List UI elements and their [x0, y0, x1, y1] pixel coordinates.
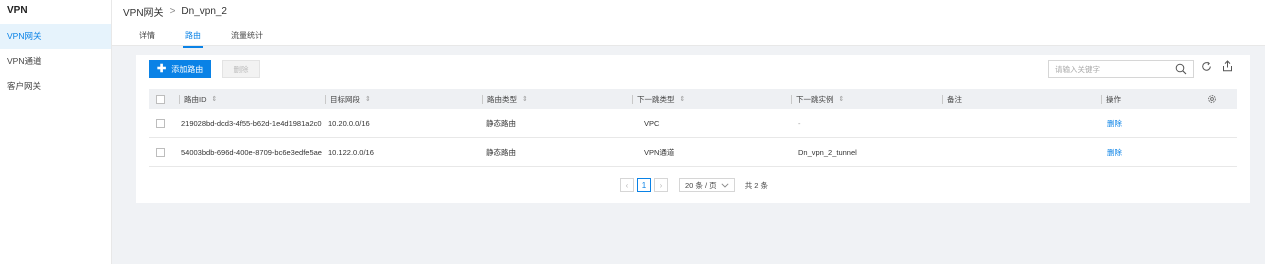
tab-details[interactable]: 详情	[139, 30, 155, 48]
cidr-cell: 10.20.0.0/16	[328, 118, 370, 128]
sidebar-item-customer-gateway[interactable]: 客户网关	[0, 74, 111, 99]
route-id-cell: 54003bdb-696d-400e-8709-bc6e3edfe5ae	[181, 147, 322, 157]
route-type-cell: 静态路由	[486, 118, 516, 128]
route-id-cell: 219028bd-dcd3-4f55-b62d-1e4d1981a2c0	[181, 118, 322, 128]
sidebar-item-vpn-tunnel[interactable]: VPN通道	[0, 49, 111, 74]
tab-traffic-stats[interactable]: 流量统计	[231, 30, 263, 48]
pagination: ‹ 1 › 20 条 / 页 共 2 条	[620, 178, 768, 192]
add-route-button[interactable]: ✚ 添加路由	[149, 60, 212, 78]
sidebar-item-vpn-gateway[interactable]: VPN网关	[0, 24, 111, 49]
row-checkbox[interactable]	[156, 147, 165, 157]
tab-bar: 详情 路由 流量统计	[139, 30, 263, 48]
table-row: 219028bd-dcd3-4f55-b62d-1e4d1981a2c0 10.…	[149, 109, 1237, 138]
sort-icon: ⇕	[365, 96, 371, 103]
breadcrumb: VPN网关 > Dn_vpn_2	[123, 4, 227, 19]
sort-icon: ⇕	[679, 96, 686, 103]
sidebar: VPN VPN网关 VPN通道 客户网关	[0, 0, 112, 264]
breadcrumb-current: Dn_vpn_2	[181, 6, 227, 17]
routes-panel: ✚ 添加路由 删除 路由ID⇕ 目标网段⇕ 路由类型⇕ 下一跳类型⇕ 下一跳实例…	[136, 55, 1250, 203]
page-number[interactable]: 1	[637, 178, 651, 192]
header-route-type[interactable]: 路由类型 ⇕	[482, 94, 528, 105]
sort-icon: ⇕	[838, 96, 845, 103]
delete-route-link[interactable]: 删除	[1107, 118, 1122, 129]
export-icon[interactable]	[1222, 60, 1233, 74]
select-all-checkbox[interactable]	[156, 94, 165, 104]
search-box	[1048, 60, 1194, 78]
refresh-icon[interactable]	[1201, 61, 1212, 74]
cidr-cell: 10.122.0.0/16	[328, 147, 374, 157]
next-hop-type-cell: VPN通道	[644, 147, 675, 157]
next-hop-type-cell: VPC	[644, 118, 660, 128]
prev-page-button[interactable]: ‹	[620, 178, 634, 192]
header-next-hop-instance[interactable]: 下一跳实例 ⇕	[791, 94, 844, 105]
tab-routes[interactable]: 路由	[183, 30, 203, 48]
next-page-button[interactable]: ›	[654, 178, 668, 192]
plus-icon: ✚	[157, 62, 167, 75]
header-note: 备注	[942, 94, 962, 105]
page-size-select[interactable]: 20 条 / 页	[679, 178, 735, 192]
route-type-cell: 静态路由	[486, 147, 516, 157]
chevron-down-icon	[721, 181, 729, 190]
gear-icon[interactable]	[1207, 94, 1217, 104]
sidebar-title: VPN	[7, 5, 28, 16]
header-operation: 操作	[1101, 94, 1121, 105]
breadcrumb-parent-link[interactable]: VPN网关	[123, 4, 164, 19]
header-route-id[interactable]: 路由ID ⇕	[179, 94, 217, 105]
search-icon[interactable]	[1175, 63, 1187, 77]
routes-table: 路由ID ⇕ 目标网段 ⇕ 路由类型 ⇕ 下一跳类型 ⇕ 下一跳实例 ⇕ 备注 操作 21…	[149, 89, 1237, 167]
header-cidr[interactable]: 目标网段 ⇕	[325, 94, 371, 105]
page-header: VPN网关 > Dn_vpn_2 详情 路由 流量统计	[112, 0, 1265, 48]
table-header: 路由ID ⇕ 目标网段 ⇕ 路由类型 ⇕ 下一跳类型 ⇕ 下一跳实例 ⇕ 备注 操作	[149, 89, 1237, 109]
add-route-label: 添加路由	[171, 64, 204, 74]
row-checkbox[interactable]	[156, 118, 165, 128]
total-count: 共 2 条	[744, 180, 769, 190]
sort-icon: ⇕	[211, 96, 218, 103]
next-hop-instance-cell: -	[798, 118, 801, 128]
search-input[interactable]	[1049, 61, 1164, 77]
next-hop-instance-cell: Dn_vpn_2_tunnel	[798, 147, 857, 157]
sort-icon: ⇕	[522, 96, 528, 103]
delete-route-link[interactable]: 删除	[1107, 147, 1122, 158]
table-row: 54003bdb-696d-400e-8709-bc6e3edfe5ae 10.…	[149, 138, 1237, 167]
delete-button[interactable]: 删除	[222, 60, 260, 78]
header-next-hop-type[interactable]: 下一跳类型 ⇕	[632, 94, 685, 105]
breadcrumb-separator: >	[169, 6, 176, 17]
